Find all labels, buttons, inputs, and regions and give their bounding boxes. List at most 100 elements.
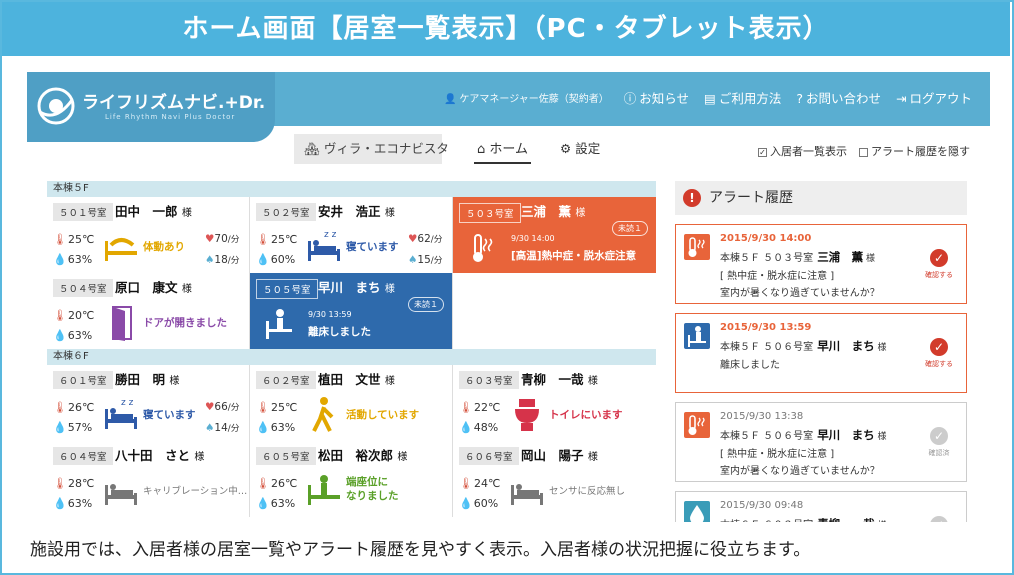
confirm-button[interactable]: ✓ 確認済	[918, 427, 960, 458]
room-card[interactable]: ５０３号室 三浦 薫 様未読１ 9/30 14:00 [高温]熱中症・脱水症注意	[453, 197, 656, 273]
tab-settings[interactable]: ⚙ 設定	[560, 138, 600, 157]
app-window: 👤 ケアマネージャー佐藤（契約者） ⓘ お知らせ ▤ ご利用方法 ? お問い合わせ ⇥ ロ…	[27, 72, 990, 522]
room-card[interactable]: ６０３号室 青柳 一哉 様 🌡22℃ 💧48% トイレにいます	[453, 365, 656, 441]
logout-icon: ⇥	[896, 91, 907, 106]
room-card[interactable]: ５０４号室 原口 康文 様 🌡20℃ 💧63% ドアが開きました	[47, 273, 250, 349]
alert-message: [高温]熱中症・脱水症注意	[511, 250, 637, 262]
status-text: 活動しています	[346, 409, 420, 421]
room-grid: 本棟５F ５０１号室 田中 一郎 様 🌡25℃ 💧63% 体動あり ♥70/分 ♠18/分 ５０…	[47, 181, 656, 517]
alert-resident: 早川 まち	[817, 339, 875, 353]
sleep-icon: z z	[308, 230, 340, 261]
room-number: ５０３号室	[459, 203, 521, 223]
resident-name-text: 八十田 さと	[115, 448, 195, 463]
temperature-value: 25℃	[270, 401, 298, 414]
svg-text:z z: z z	[324, 230, 337, 240]
respiration-unit: /分	[227, 424, 240, 434]
option-hide-alerts[interactable]: アラート履歴を隠す	[859, 143, 970, 159]
room-number: ５０４号室	[53, 279, 113, 297]
humidity-value: 57%	[67, 421, 93, 434]
leaving-bed-icon	[688, 326, 706, 347]
room-number: ５０５号室	[256, 279, 318, 299]
humidity: 💧60%	[256, 253, 295, 266]
option-list-view[interactable]: ✓ 入居者一覧表示	[758, 143, 847, 159]
resident-name: 松田 裕次郎 様	[318, 445, 407, 464]
room-card[interactable]: ６０４号室 八十田 さと 様 🌡28℃ 💧63% キャリブレーション中…	[47, 441, 250, 517]
building-icon: 🏘	[304, 141, 324, 156]
heart-rate: ♥70/分	[205, 232, 240, 245]
resident-name: 青柳 一哉 様	[521, 369, 598, 388]
lungs-icon: ♠	[205, 254, 215, 266]
nav-usage[interactable]: ▤ ご利用方法	[704, 88, 781, 107]
nav-contact-label: お問い合わせ	[805, 91, 881, 106]
honorific: 様	[587, 452, 598, 463]
thermometer-icon: 🌡	[256, 233, 270, 246]
room-card[interactable]: ５０５号室 早川 まち 様未読１ 9/30 13:59 離床しました	[250, 273, 453, 349]
thermometer-icon: 🌡	[256, 401, 270, 414]
resident-name-text: 早川 まち	[318, 280, 385, 295]
user-label[interactable]: 👤 ケアマネージャー佐藤（契約者）	[444, 90, 609, 107]
option-hide-label: アラート履歴を隠す	[871, 145, 970, 158]
room-card[interactable]: ６０６号室 岡山 陽子 様 🌡24℃ 💧60% センサに反応無し	[453, 441, 656, 517]
heart-rate-value: 66	[214, 401, 228, 413]
alert-item[interactable]: 2015/9/30 13:38 本棟５Ｆ ５０６号室 早川 まち 様 [ 熱中症・脱水…	[675, 402, 967, 482]
alert-room: 本棟５Ｆ ５０６号室 早川 まち 様	[720, 338, 887, 354]
room-card[interactable]: ５０１号室 田中 一郎 様 🌡25℃ 💧63% 体動あり ♥70/分 ♠18/分	[47, 197, 250, 273]
room-row: ５０１号室 田中 一郎 様 🌡25℃ 💧63% 体動あり ♥70/分 ♠18/分 ５０２号室安…	[47, 197, 656, 273]
alert-line-1: 離床しました	[720, 360, 780, 371]
room-card[interactable]: ６０２号室 植田 文世 様 🌡25℃ 💧63% 活動しています	[250, 365, 453, 441]
room-card[interactable]: ６０５号室 松田 裕次郎 様 🌡26℃ 💧63% 端座位に なりました	[250, 441, 453, 517]
status-text: ドアが開きました	[143, 317, 227, 329]
respiration-value: 18	[214, 254, 228, 266]
humidity-value: 63%	[67, 329, 93, 342]
alert-time: 9/30 14:00	[511, 234, 555, 243]
user-icon: 👤	[443, 94, 457, 105]
heart-icon: ♥	[408, 233, 418, 245]
facility-selector[interactable]: 🏘 ヴィラ・エコナビスタ	[294, 134, 449, 164]
room-number: ６０２号室	[256, 371, 316, 389]
room-row: ６０１号室 勝田 明 様 🌡26℃ 💧57% z z 寝ています ♥66/分 ♠14/分 ６０２…	[47, 365, 656, 441]
alert-item[interactable]: 2015/9/30 13:59 本棟５Ｆ ５０６号室 早川 まち 様離床しました ✓ 確…	[675, 313, 967, 393]
humidity: 💧63%	[256, 497, 295, 510]
alert-type-icon	[684, 412, 710, 438]
thermometer-icon: 🌡	[53, 401, 67, 414]
thermometer-icon: 🌡	[256, 477, 270, 490]
confirm-label: 確認済	[928, 449, 950, 457]
temperature-value: 25℃	[270, 233, 298, 246]
nav-logout[interactable]: ⇥ ログアウト	[896, 88, 972, 107]
confirm-button[interactable]: ✓確認済	[918, 516, 960, 522]
unread-badge[interactable]: 未読１	[408, 297, 444, 312]
move-icon	[105, 238, 137, 261]
humidity-value: 63%	[67, 253, 93, 266]
status-text: センサに反応無し	[549, 486, 626, 497]
water-drop-icon: 💧	[53, 497, 67, 510]
caption: 施設用では、入居者様の居室一覧やアラート履歴を見やすく表示。入居者様の状況把握に…	[30, 540, 811, 560]
walk-icon	[312, 397, 334, 432]
alert-floor: 本棟５Ｆ ５０６号室	[720, 342, 814, 353]
temperature-value: 26℃	[270, 477, 298, 490]
nav-news-label: お知らせ	[639, 91, 690, 106]
user-name: ケアマネージャー佐藤（契約者）	[459, 94, 609, 105]
alert-item[interactable]: 2015/9/30 09:48本棟６Ｆ ６０３号室青柳 一哉 様湿度が低く不快な…	[675, 491, 967, 522]
honorific: 様	[384, 284, 395, 295]
temperature-value: 24℃	[473, 477, 501, 490]
nav-news[interactable]: ⓘ お知らせ	[624, 88, 689, 107]
alert-item[interactable]: 2015/9/30 14:00 本棟５Ｆ ５０３号室 三浦 薫 様 [ 熱中症・脱水症…	[675, 224, 967, 304]
room-card[interactable]: ６０１号室 勝田 明 様 🌡26℃ 💧57% z z 寝ています ♥66/分 ♠14/分	[47, 365, 250, 441]
alert-room: 本棟６Ｆ ６０３号室 青柳 一哉 様	[720, 516, 887, 522]
respiration: ♠18/分	[205, 253, 240, 266]
resident-name: 植田 文世 様	[318, 369, 395, 388]
confirm-button[interactable]: ✓ 確認する	[918, 338, 960, 369]
resident-name-text: 田中 一郎	[115, 204, 182, 219]
respiration-unit: /分	[430, 256, 443, 266]
confirm-button[interactable]: ✓ 確認する	[918, 249, 960, 280]
honorific: 様	[181, 284, 192, 295]
tab-home[interactable]: ⌂ ホーム	[474, 138, 532, 164]
temperature: 🌡28℃	[53, 477, 94, 490]
humidity: 💧57%	[53, 421, 92, 434]
humidity-icon	[690, 505, 704, 522]
check-circle-done-icon: ✓	[930, 427, 948, 445]
room-card[interactable]: ５０２号室 安井 浩正 様 🌡25℃ 💧60% z z 寝ています ♥62/分 ♠15/分	[250, 197, 453, 273]
unread-badge[interactable]: 未読１	[612, 221, 648, 236]
nav-contact[interactable]: ? お問い合わせ	[796, 88, 881, 107]
book-icon: ▤	[704, 91, 716, 106]
